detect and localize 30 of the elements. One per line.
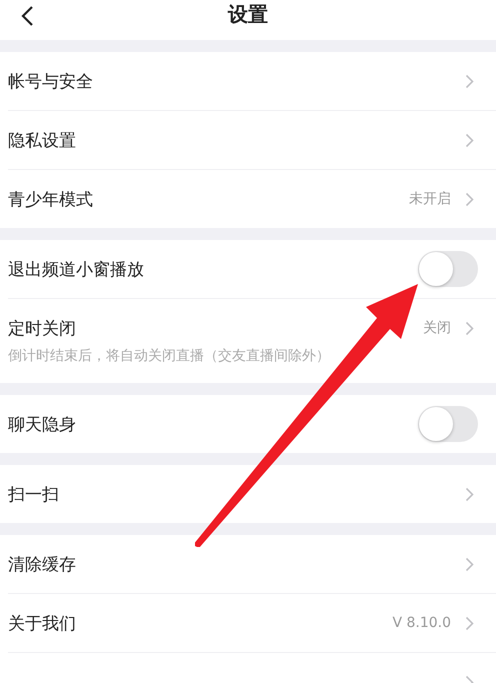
row-label: 退出频道小窗播放 — [8, 258, 144, 280]
chevron-icon — [465, 320, 474, 336]
settings-row[interactable]: 青少年模式 未开启 — [8, 169, 496, 228]
toggle-switch[interactable] — [418, 251, 478, 287]
settings-row[interactable]: 帐号与安全 — [8, 52, 496, 110]
row-label: 定时关闭 — [8, 318, 76, 340]
page-title: 设置 — [228, 0, 268, 28]
row-label: 关于我们 — [8, 612, 76, 634]
settings-row[interactable]: 隐私设置 — [8, 110, 496, 169]
settings-row[interactable]: 清除缓存 — [8, 535, 496, 593]
row-label: 清除缓存 — [8, 554, 76, 576]
chevron-icon — [465, 192, 474, 206]
settings-row[interactable]: 关于我们 V 8.10.0 — [8, 593, 496, 652]
toggle-switch[interactable] — [418, 406, 478, 442]
back-icon[interactable] — [20, 5, 34, 27]
chevron-icon — [465, 74, 474, 88]
row-value: V 8.10.0 — [392, 615, 451, 631]
chevron-icon — [465, 486, 474, 502]
chevron-icon — [465, 556, 474, 572]
row-value: 未开启 — [409, 190, 451, 208]
row-label: 帐号与安全 — [8, 70, 93, 92]
row-label: 青少年模式 — [8, 188, 93, 210]
chevron-icon — [465, 132, 474, 148]
row-label: 扫一扫 — [8, 484, 59, 506]
row-label: 聊天隐身 — [8, 414, 76, 436]
chevron-icon — [465, 616, 474, 630]
row-note: 倒计时结束后，将自动关闭直播（交友直播间除外） — [8, 347, 331, 366]
row-value: 关闭 — [423, 319, 451, 337]
toggle-row[interactable]: 退出频道小窗播放 — [8, 240, 496, 298]
row-label: 隐私设置 — [8, 130, 76, 152]
